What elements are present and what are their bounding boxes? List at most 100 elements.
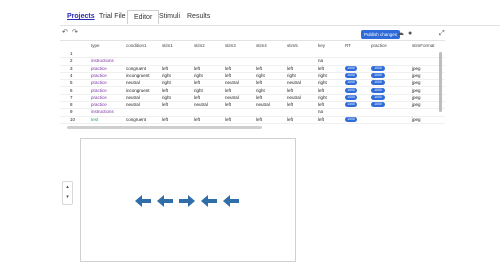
cell[interactable]: right <box>318 79 327 86</box>
cell-practice-badge[interactable]: 1000 <box>371 72 385 78</box>
cell-practice-badge[interactable]: 1000 <box>371 94 385 100</box>
cell[interactable]: neutral <box>225 79 239 86</box>
cell[interactable]: left <box>162 87 168 94</box>
cell[interactable]: congruent <box>126 65 146 72</box>
cell[interactable]: incongruent <box>126 87 150 94</box>
cell[interactable]: neutral <box>287 94 301 101</box>
header-condition1[interactable]: condition1 <box>126 41 147 50</box>
header-key[interactable]: key <box>318 41 325 50</box>
cell[interactable]: right <box>194 72 203 79</box>
publish-changes-button[interactable]: Publish changes <box>361 30 401 39</box>
cell[interactable]: incongruent <box>126 72 150 79</box>
cell[interactable]: congruent <box>126 116 146 123</box>
cell[interactable]: left <box>318 101 324 108</box>
cell[interactable]: left <box>194 94 200 101</box>
cell[interactable]: left <box>194 65 200 72</box>
header-stim1[interactable]: stim1 <box>162 41 173 50</box>
table-row[interactable]: 10 test congruent left left left left left left 1… <box>60 116 445 124</box>
grid-vertical-scrollbar[interactable] <box>439 52 442 112</box>
cell[interactable]: left <box>162 65 168 72</box>
cell[interactable]: right <box>287 72 296 79</box>
cell[interactable]: left <box>287 65 293 72</box>
cell[interactable]: left <box>194 79 200 86</box>
cell-type[interactable]: instructions <box>91 57 114 64</box>
cell-type[interactable]: practice <box>91 94 107 101</box>
header-stim3[interactable]: stim3 <box>225 41 236 50</box>
cell[interactable]: left <box>162 101 168 108</box>
tab-trial-file[interactable]: Trial File <box>99 13 126 20</box>
cell[interactable]: right <box>318 94 327 101</box>
cell[interactable]: jpeg <box>412 65 421 72</box>
cell-rt-badge[interactable]: 1000 <box>345 102 357 108</box>
cell[interactable]: left <box>225 101 231 108</box>
cell[interactable]: jpeg <box>412 101 421 108</box>
cell[interactable]: jpeg <box>412 87 421 94</box>
chevron-up-icon[interactable]: ▴ <box>63 182 72 192</box>
preview-stepper[interactable]: ▴ ▾ <box>62 181 73 205</box>
cell[interactable]: left <box>225 87 231 94</box>
header-stim5[interactable]: stim5 <box>287 41 298 50</box>
undo-icon[interactable]: ↶ <box>62 29 68 37</box>
cell-rt-badge[interactable]: 1000 <box>345 94 357 100</box>
cloud-icon[interactable]: ☁ <box>397 30 404 38</box>
cell-practice-badge[interactable]: 1000 <box>371 102 385 108</box>
cell[interactable]: neutral <box>126 101 140 108</box>
cell-type[interactable]: practice <box>91 72 107 79</box>
tab-editor[interactable]: Editor <box>127 10 160 24</box>
cell[interactable]: right <box>256 72 265 79</box>
tab-stimuli[interactable]: Stimuli <box>159 13 180 20</box>
header-stimformat[interactable]: stimFormat <box>412 41 435 50</box>
cell[interactable]: left <box>225 72 231 79</box>
cell[interactable]: left <box>256 94 262 101</box>
cell[interactable]: left <box>225 116 231 123</box>
cell[interactable]: right <box>162 72 171 79</box>
cell[interactable]: right <box>162 79 171 86</box>
cell[interactable]: jpeg <box>412 79 421 86</box>
cell-rt-badge[interactable]: 1000 <box>345 116 357 122</box>
header-rt[interactable]: RT <box>345 41 351 50</box>
cell[interactable]: na <box>318 108 323 115</box>
cell[interactable]: na <box>318 57 323 64</box>
cell[interactable]: jpeg <box>412 94 421 101</box>
tab-projects[interactable]: Projects <box>67 13 95 20</box>
cell[interactable]: jpeg <box>412 72 421 79</box>
cell[interactable]: left <box>162 116 168 123</box>
header-stim4[interactable]: stim4 <box>256 41 267 50</box>
cell[interactable]: left <box>194 116 200 123</box>
cell[interactable]: neutral <box>287 79 301 86</box>
cell[interactable]: left <box>256 79 262 86</box>
header-type[interactable]: type <box>91 41 100 50</box>
cell[interactable]: left <box>318 65 324 72</box>
cell-type[interactable]: practice <box>91 101 107 108</box>
chevron-down-icon[interactable]: ▾ <box>63 192 72 202</box>
cell-type[interactable]: instructions <box>91 108 114 115</box>
cell-type[interactable]: test <box>91 116 98 123</box>
cell-practice-badge[interactable]: 1000 <box>371 87 385 93</box>
cell-type[interactable]: practice <box>91 65 107 72</box>
tab-results[interactable]: Results <box>187 13 210 20</box>
cell[interactable]: left <box>287 116 293 123</box>
cell[interactable]: left <box>318 87 324 94</box>
cell-rt-badge[interactable]: 1000 <box>345 65 357 71</box>
cell-rt-badge[interactable]: 1000 <box>345 80 357 86</box>
user-icon[interactable]: ● <box>408 30 412 38</box>
redo-icon[interactable]: ↷ <box>72 29 78 37</box>
cell[interactable]: right <box>162 94 171 101</box>
grid-horizontal-scrollbar[interactable] <box>67 126 262 129</box>
cell[interactable]: neutral <box>256 101 270 108</box>
cell-practice-badge[interactable]: 1000 <box>371 65 385 71</box>
cell[interactable]: neutral <box>126 94 140 101</box>
cell[interactable]: left <box>287 87 293 94</box>
cell-rt-badge[interactable]: 1000 <box>345 87 357 93</box>
cell-type[interactable]: practice <box>91 87 107 94</box>
cell[interactable]: neutral <box>225 94 239 101</box>
header-stim2[interactable]: stim2 <box>194 41 205 50</box>
cell[interactable]: right <box>256 87 265 94</box>
cell[interactable]: neutral <box>126 79 140 86</box>
cell[interactable]: left <box>318 116 324 123</box>
cell-type[interactable]: practice <box>91 79 107 86</box>
cell[interactable]: right <box>194 87 203 94</box>
cell-practice-badge[interactable]: 1000 <box>371 80 385 86</box>
cell[interactable]: left <box>256 116 262 123</box>
cell[interactable]: left <box>225 65 231 72</box>
